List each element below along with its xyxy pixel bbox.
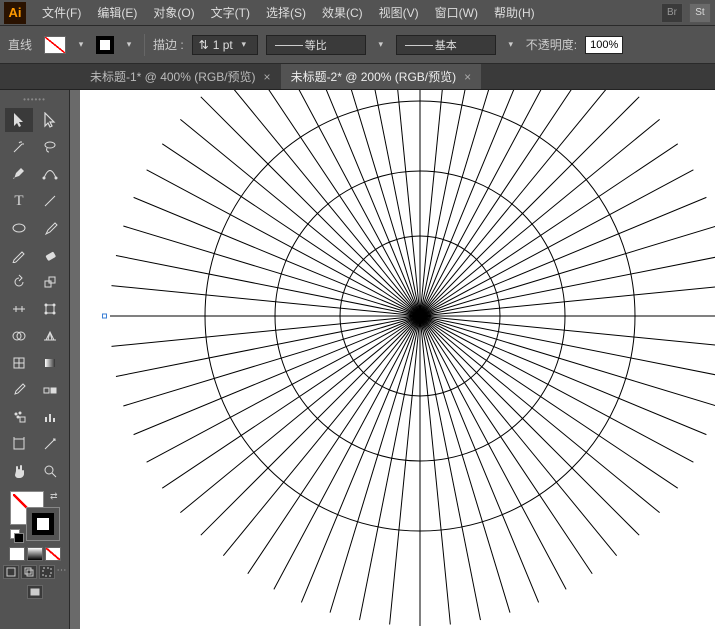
blend-tool[interactable] [36, 378, 64, 402]
menu-view[interactable]: 视图(V) [371, 0, 427, 25]
width-tool[interactable] [5, 297, 33, 321]
document-tab[interactable]: 未标题-2* @ 200% (RGB/预览) × [281, 64, 482, 89]
gradient-tool[interactable] [36, 351, 64, 375]
menu-edit[interactable]: 编辑(E) [89, 0, 145, 25]
brush-definition[interactable]: 基本 [396, 35, 496, 55]
pen-tool[interactable] [5, 162, 33, 186]
gradient-mode-button[interactable] [27, 547, 43, 561]
scale-tool[interactable] [36, 270, 64, 294]
stroke-dropdown[interactable]: ▾ [122, 38, 136, 52]
app-logo: Ai [4, 2, 26, 24]
rotate-tool[interactable] [5, 270, 33, 294]
variable-width-profile[interactable]: 等比 [266, 35, 366, 55]
stroke-weight-input[interactable]: ⇅ 1 pt ▾ [192, 35, 258, 55]
menu-file[interactable]: 文件(F) [34, 0, 89, 25]
default-fill-stroke-icon[interactable] [10, 529, 22, 541]
canvas-viewport[interactable] [70, 90, 715, 629]
main-area: •••••• T [0, 90, 715, 629]
stroke-color-swatch[interactable] [26, 507, 60, 541]
draw-normal-button[interactable] [3, 565, 19, 579]
separator [144, 34, 145, 56]
line-segment-tool[interactable] [36, 189, 64, 213]
eyedropper-tool[interactable] [5, 378, 33, 402]
mesh-tool[interactable] [5, 351, 33, 375]
panel-grip[interactable]: •••••• [20, 94, 50, 104]
stroke-weight-dropdown[interactable]: ▾ [237, 38, 251, 52]
profile2-dropdown[interactable]: ▾ [504, 38, 518, 52]
stroke-weight-value: 1 pt [213, 38, 233, 52]
opacity-value[interactable]: 100% [585, 36, 623, 54]
hand-tool[interactable] [5, 459, 33, 483]
tab-title: 未标题-1* @ 400% (RGB/预览) [90, 68, 256, 85]
document-tab[interactable]: 未标题-1* @ 400% (RGB/预览) × [80, 64, 281, 89]
stroke-weight-label: 描边 : [153, 36, 184, 53]
eraser-tool[interactable] [36, 243, 64, 267]
paintbrush-tool[interactable] [36, 216, 64, 240]
curvature-tool[interactable] [36, 162, 64, 186]
current-tool-label: 直线 [8, 36, 36, 53]
document-tab-bar: 未标题-1* @ 400% (RGB/预览) × 未标题-2* @ 200% (… [0, 64, 715, 90]
menu-object[interactable]: 对象(O) [145, 0, 202, 25]
tools-panel: •••••• T [0, 90, 70, 629]
stroke-swatch[interactable] [96, 36, 114, 54]
screen-mode-button[interactable] [27, 585, 43, 599]
artboard-tool[interactable] [5, 432, 33, 456]
symbol-sprayer-tool[interactable] [5, 405, 33, 429]
menu-select[interactable]: 选择(S) [258, 0, 314, 25]
stock-button[interactable]: St [689, 3, 711, 23]
profile1-label: 等比 [303, 37, 329, 53]
stroke-stepper-icon[interactable]: ⇅ [199, 38, 209, 52]
shape-builder-tool[interactable] [5, 324, 33, 348]
free-transform-tool[interactable] [36, 297, 64, 321]
draw-inside-button[interactable] [39, 565, 55, 579]
slice-tool[interactable] [36, 432, 64, 456]
menu-effect[interactable]: 效果(C) [314, 0, 371, 25]
menu-type[interactable]: 文字(T) [203, 0, 258, 25]
perspective-grid-tool[interactable] [36, 324, 64, 348]
fill-swatch[interactable] [44, 36, 66, 54]
color-mode-button[interactable] [9, 547, 25, 561]
menu-help[interactable]: 帮助(H) [486, 0, 543, 25]
opacity-label: 不透明度: [526, 36, 577, 53]
ellipse-tool[interactable] [5, 216, 33, 240]
draw-behind-button[interactable] [21, 565, 37, 579]
profile1-dropdown[interactable]: ▾ [374, 38, 388, 52]
lasso-tool[interactable] [36, 135, 64, 159]
options-bar: 直线 ▾ ▾ 描边 : ⇅ 1 pt ▾ 等比 ▾ 基本 ▾ 不透明度: 100… [0, 26, 715, 64]
bridge-button[interactable]: Br [661, 3, 683, 23]
magic-wand-tool[interactable] [5, 135, 33, 159]
selection-handle[interactable] [102, 314, 107, 319]
menu-window[interactable]: 窗口(W) [427, 0, 486, 25]
type-tool[interactable]: T [5, 189, 33, 213]
none-mode-button[interactable] [45, 547, 61, 561]
artboard[interactable] [80, 90, 715, 629]
selection-tool[interactable] [5, 108, 33, 132]
direct-selection-tool[interactable] [36, 108, 64, 132]
fill-dropdown[interactable]: ▾ [74, 38, 88, 52]
column-graph-tool[interactable] [36, 405, 64, 429]
pencil-tool[interactable] [5, 243, 33, 267]
close-icon[interactable]: × [264, 70, 271, 84]
close-icon[interactable]: × [464, 70, 471, 84]
zoom-tool[interactable] [36, 459, 64, 483]
menu-bar: Ai 文件(F) 编辑(E) 对象(O) 文字(T) 选择(S) 效果(C) 视… [0, 0, 715, 26]
fill-stroke-control[interactable]: ⇄ [6, 487, 64, 545]
tab-title: 未标题-2* @ 200% (RGB/预览) [291, 68, 457, 85]
profile2-label: 基本 [433, 37, 459, 53]
more-icon[interactable]: ⋯ [57, 565, 67, 579]
artwork-sunburst[interactable] [100, 90, 715, 629]
swap-fill-stroke-icon[interactable]: ⇄ [50, 491, 58, 502]
